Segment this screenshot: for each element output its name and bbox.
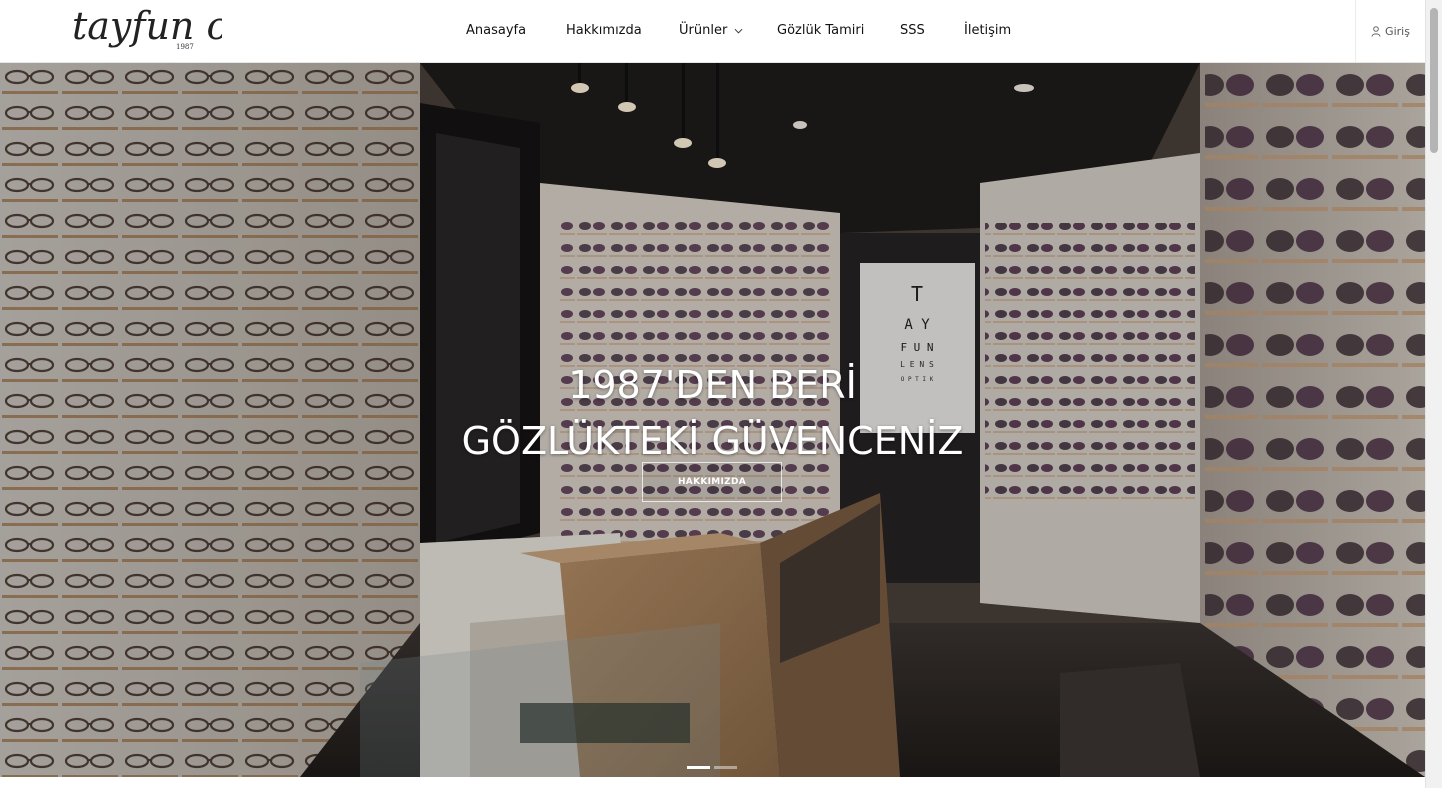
nav-item-label: Gözlük Tamiri: [777, 23, 865, 38]
nav-item-label: Ürünler: [679, 23, 728, 38]
nav-item-label: Anasayfa: [466, 23, 527, 38]
slider-dot-1[interactable]: [687, 766, 710, 769]
main-nav: Anasayfa Hakkımızda Ürünler Gözlük Tamir…: [0, 0, 1425, 62]
login-button[interactable]: Giriş: [1355, 0, 1425, 62]
user-icon: [1371, 25, 1381, 37]
slider-pagination: [687, 766, 737, 770]
page-scrollbar[interactable]: [1425, 0, 1442, 788]
nav-item-label: Hakkımızda: [566, 23, 642, 38]
nav-item-anasayfa[interactable]: Anasayfa: [466, 22, 526, 40]
hero-title-line-1: 1987'DEN BERİ: [568, 363, 857, 407]
slider-dot-2[interactable]: [714, 766, 737, 769]
nav-item-gozluk-tamiri[interactable]: Gözlük Tamiri: [777, 22, 864, 40]
hero-title-line-2: GÖZLÜKTEKİ GÜVENCENİZ: [461, 419, 964, 463]
about-us-button[interactable]: HAKKIMIZDA: [642, 462, 782, 502]
nav-item-iletisim[interactable]: İletişim: [964, 22, 1011, 40]
site-header: tayfun optik 1987 Anasayfa Hakkımızda Ür…: [0, 0, 1425, 63]
nav-item-urunler[interactable]: Ürünler: [679, 22, 743, 40]
chevron-down-icon: [734, 28, 743, 34]
nav-item-hakkimizda[interactable]: Hakkımızda: [566, 22, 642, 40]
nav-item-label: SSS: [900, 23, 925, 38]
nav-item-label: İletişim: [964, 23, 1012, 38]
scrollbar-thumb[interactable]: [1430, 8, 1438, 153]
about-us-button-label: HAKKIMIZDA: [677, 477, 747, 487]
login-label: Giriş: [1385, 24, 1410, 38]
nav-item-sss[interactable]: SSS: [900, 22, 925, 40]
hero-slider: T A Y F U N L E N S O P T I K 1987'DEN B…: [0, 63, 1425, 777]
